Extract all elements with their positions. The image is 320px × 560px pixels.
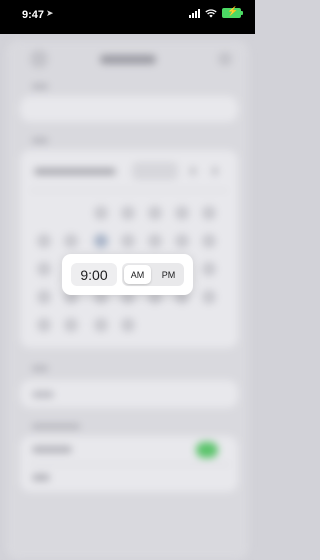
background-divider bbox=[30, 464, 230, 465]
background-day bbox=[94, 206, 108, 220]
background-day bbox=[37, 234, 51, 248]
am-segment[interactable]: AM bbox=[124, 265, 151, 284]
status-time: 9:47 bbox=[22, 9, 45, 21]
background-day bbox=[121, 234, 135, 248]
background-day bbox=[37, 318, 51, 332]
background-day bbox=[94, 318, 108, 332]
background-day bbox=[175, 234, 189, 248]
background-day bbox=[121, 318, 135, 332]
am-pm-segmented-control: AM PM bbox=[122, 263, 184, 286]
background-day bbox=[202, 290, 216, 304]
background-day bbox=[37, 290, 51, 304]
background-field-text bbox=[32, 391, 54, 398]
status-bar: 9:47 ➤ ⚡ bbox=[0, 0, 255, 34]
time-input[interactable]: 9:00 bbox=[71, 263, 117, 286]
background-day bbox=[148, 206, 162, 220]
wifi-icon bbox=[205, 8, 217, 17]
location-arrow-icon: ➤ bbox=[46, 8, 54, 18]
pm-segment[interactable]: PM bbox=[155, 265, 182, 284]
background-nav-title bbox=[100, 55, 156, 64]
background-nav-avatar bbox=[30, 50, 48, 68]
background-title-field bbox=[20, 96, 238, 122]
background-label bbox=[32, 366, 48, 371]
background-day bbox=[121, 206, 135, 220]
background-close-icon bbox=[218, 52, 232, 66]
background-day bbox=[64, 234, 78, 248]
time-picker-popup: 9:00 AM PM bbox=[62, 254, 193, 295]
background-toggle bbox=[196, 442, 218, 458]
background-day bbox=[202, 262, 216, 276]
background-divider bbox=[30, 190, 228, 191]
status-icons: ⚡ bbox=[189, 6, 243, 18]
background-day-selected bbox=[94, 234, 108, 248]
charging-bolt-icon: ⚡ bbox=[227, 6, 239, 16]
battery-charging-icon: ⚡ bbox=[222, 6, 243, 18]
background-setting-label bbox=[32, 446, 72, 453]
background-day bbox=[175, 206, 189, 220]
background-setting-label bbox=[32, 474, 50, 481]
background-chevron-right-icon bbox=[212, 167, 218, 175]
background-label bbox=[32, 84, 48, 89]
background-day bbox=[202, 234, 216, 248]
background-day bbox=[37, 262, 51, 276]
background-day bbox=[64, 318, 78, 332]
cellular-signal-icon bbox=[189, 8, 200, 18]
background-label bbox=[32, 138, 48, 143]
background-label bbox=[32, 424, 80, 429]
background-chevron-left-icon bbox=[190, 167, 196, 175]
background-day bbox=[148, 234, 162, 248]
background-time-chip bbox=[132, 162, 178, 180]
background-month-label bbox=[34, 168, 116, 175]
background-day bbox=[202, 206, 216, 220]
